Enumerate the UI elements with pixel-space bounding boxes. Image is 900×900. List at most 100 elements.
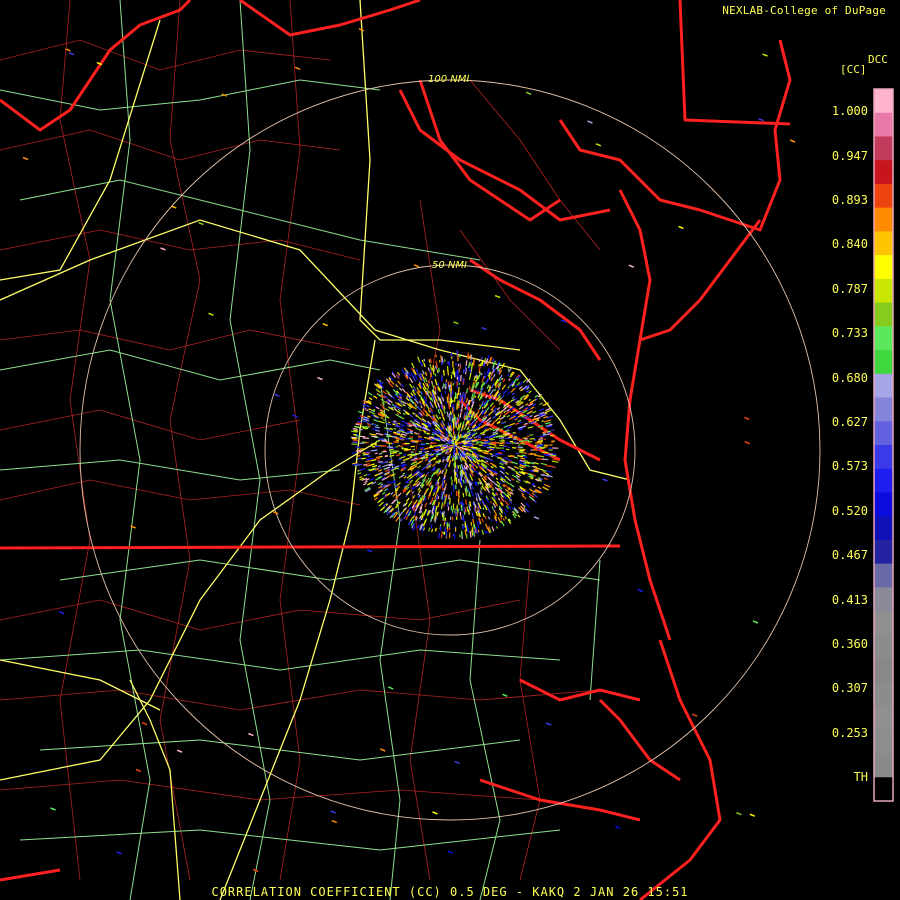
legend-color-swatch — [874, 231, 893, 256]
radar-echo — [544, 421, 551, 425]
radar-echo — [528, 398, 532, 402]
legend-label: 1.000 — [831, 104, 868, 118]
radar-echo — [417, 416, 421, 420]
radar-echo — [418, 489, 422, 494]
radar-echo — [502, 378, 506, 383]
radar-echo — [495, 477, 499, 481]
radar-echo — [402, 472, 406, 476]
radar-echo — [361, 457, 366, 460]
radar-echo — [430, 515, 433, 521]
radar-echo — [484, 475, 488, 478]
radar-echo — [518, 460, 522, 463]
radar-echo — [424, 450, 430, 453]
radar-echo — [436, 369, 439, 374]
radar-echo — [457, 431, 460, 437]
radar-echo — [529, 488, 535, 493]
radar-echo — [457, 423, 460, 429]
radar-echo — [462, 492, 465, 498]
radar-echo — [433, 517, 436, 521]
radar-echo — [407, 500, 413, 508]
radar-echo — [449, 401, 452, 408]
radar-echo — [386, 427, 390, 430]
radar-echo — [433, 368, 435, 372]
radar-echo — [425, 479, 429, 484]
radar-echo — [426, 471, 430, 475]
radar-echo — [525, 389, 530, 393]
radar-echo — [398, 476, 402, 479]
radar-echo — [359, 476, 363, 479]
radar-echo — [429, 438, 435, 441]
radar-echo — [384, 455, 389, 458]
radar-echo — [438, 367, 440, 372]
radar-echo — [432, 414, 436, 418]
radar-echo — [440, 531, 443, 538]
radar-echo — [542, 431, 547, 434]
radar-echo — [397, 492, 402, 497]
radar-echo — [527, 426, 534, 429]
radar-echo — [484, 357, 487, 361]
radar-echo — [533, 516, 540, 520]
legend-color-swatch — [874, 397, 893, 422]
radar-echo — [425, 454, 429, 457]
radar-echo — [460, 505, 463, 512]
radar-echo — [483, 440, 490, 443]
radar-echo — [375, 432, 382, 435]
radar-echo — [542, 486, 549, 491]
radar-echo — [390, 460, 394, 462]
radar-echo — [489, 500, 493, 504]
radar-echo — [477, 481, 480, 485]
radar-echo — [451, 412, 453, 420]
radar-echo — [429, 502, 432, 505]
radar-echo — [447, 369, 449, 376]
radar-echo — [678, 225, 684, 230]
radar-echo — [595, 143, 602, 147]
radar-echo — [478, 363, 480, 367]
radar-echo — [474, 379, 477, 384]
radar-echo — [522, 437, 527, 439]
radar-echo — [376, 456, 381, 459]
radar-echo — [542, 471, 547, 474]
radar-echo — [374, 426, 380, 429]
radar-echo — [500, 449, 506, 452]
radar-echo — [545, 722, 552, 726]
radar-echo — [429, 390, 433, 396]
radar-echo — [412, 494, 416, 499]
radar-echo — [443, 521, 446, 527]
radar-echo — [141, 721, 148, 726]
radar-echo — [450, 455, 453, 459]
radar-echo — [417, 465, 422, 469]
radar-echo — [400, 518, 403, 522]
radar-echo — [371, 414, 375, 417]
radar-echo — [521, 492, 525, 496]
radar-echo — [504, 456, 508, 459]
radar-echo — [470, 521, 473, 526]
radar-echo — [435, 414, 440, 420]
radar-echo — [471, 486, 474, 490]
radar-echo — [691, 713, 698, 717]
radar-echo — [393, 427, 397, 430]
radar-echo — [397, 458, 403, 461]
radar-echo — [460, 395, 463, 402]
radar-echo — [428, 359, 431, 363]
radar-echo — [503, 431, 507, 433]
radar-echo — [486, 362, 489, 367]
radar-echo — [436, 511, 439, 516]
radar-echo — [478, 366, 481, 372]
radar-echo — [404, 507, 408, 511]
radar-echo — [472, 502, 475, 506]
radar-echo — [469, 354, 472, 360]
radar-echo — [426, 388, 429, 391]
radar-echo — [424, 458, 429, 462]
legend-labels: 1.000 0.947 0.893 0.840 0.787 0.733 0.68… — [820, 0, 872, 900]
radar-echo — [445, 483, 447, 487]
legend-color-swatch — [874, 302, 893, 327]
radar-echo — [382, 419, 386, 421]
radar-echo — [433, 502, 436, 506]
radar-echo — [503, 512, 507, 516]
radar-echo — [427, 380, 430, 384]
radar-echo — [496, 526, 499, 529]
radar-echo — [248, 732, 254, 737]
radar-echo — [424, 377, 428, 383]
radar-echo — [58, 611, 65, 615]
radar-echo — [465, 533, 468, 539]
